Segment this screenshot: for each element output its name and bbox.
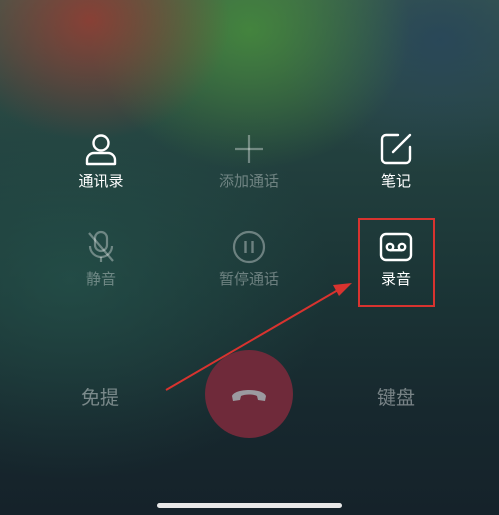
hold-label: 暂停通话 bbox=[218, 270, 279, 288]
mic-off-icon bbox=[88, 230, 114, 262]
hangup-button[interactable] bbox=[205, 350, 293, 438]
speaker-button[interactable]: 免提 bbox=[81, 383, 119, 410]
contacts-label: 通讯录 bbox=[78, 172, 124, 190]
pause-icon bbox=[232, 230, 266, 264]
mute-button[interactable]: 静音 bbox=[41, 230, 161, 288]
notes-label: 笔记 bbox=[380, 172, 411, 190]
home-indicator[interactable] bbox=[157, 503, 342, 508]
notes-button[interactable]: 笔记 bbox=[336, 132, 456, 190]
add-call-label: 添加通话 bbox=[218, 172, 279, 190]
record-highlight-box bbox=[358, 218, 435, 307]
phone-hangup-icon bbox=[232, 390, 266, 401]
add-call-button[interactable]: 添加通话 bbox=[189, 132, 309, 190]
keypad-button[interactable]: 键盘 bbox=[377, 383, 415, 410]
note-edit-icon bbox=[380, 133, 412, 165]
contacts-icon bbox=[85, 134, 117, 166]
call-screen: 通讯录 添加通话 笔记 静音 暂停通话 录音 免提 键盘 bbox=[0, 0, 499, 515]
mute-label: 静音 bbox=[85, 270, 116, 288]
hold-button[interactable]: 暂停通话 bbox=[189, 230, 309, 288]
contacts-button[interactable]: 通讯录 bbox=[41, 132, 161, 190]
plus-icon bbox=[235, 135, 263, 163]
